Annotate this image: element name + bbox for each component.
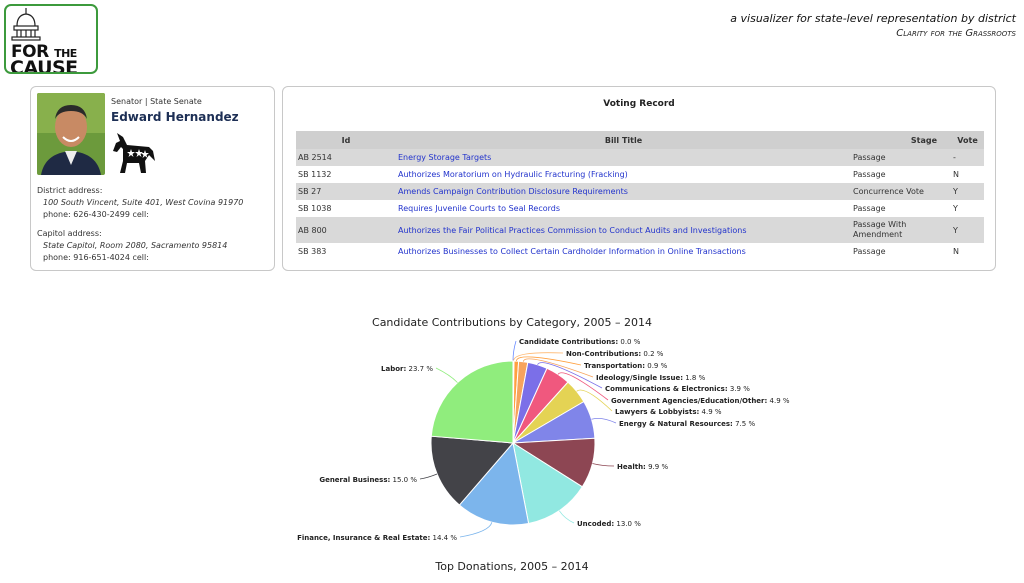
pie-connector-health [592, 463, 615, 467]
pie-connector-general-business [419, 473, 438, 480]
pie-connector-uncoded [558, 510, 575, 524]
pie-connector-finance-insurance-real-estate [459, 522, 493, 538]
top-donations-title: Top Donations, 2005 – 2014 [435, 560, 589, 573]
pie-label-general-business: General Business: 15.0 % [319, 476, 417, 484]
pie-label-finance-insurance-real-estate: Finance, Insurance & Real Estate: 14.4 % [297, 534, 457, 542]
pie-label-energy-natural-resources: Energy & Natural Resources: 7.5 % [619, 420, 755, 428]
pie-slice-labor[interactable] [430, 360, 514, 444]
pie-label-candidate-contributions: Candidate Contributions: 0.0 % [519, 338, 641, 346]
pie-label-lawyers-lobbyists: Lawyers & Lobbyists: 4.9 % [615, 408, 722, 416]
pie-label-communications-electronics: Communications & Electronics: 3.9 % [605, 385, 750, 393]
pie-connector-energy-natural-resources [591, 418, 617, 424]
pie-label-labor: Labor: 23.7 % [381, 365, 433, 373]
pie-label-health: Health: 9.9 % [617, 463, 668, 471]
pie-label-non-contributions: Non-Contributions: 0.2 % [566, 350, 664, 358]
pie-label-uncoded: Uncoded: 13.0 % [577, 520, 641, 528]
pie-label-transportation: Transportation: 0.9 % [584, 362, 668, 370]
pie-label-ideology-single-issue: Ideology/Single Issue: 1.8 % [596, 374, 706, 382]
pie-label-government-agencies-education-other: Government Agencies/Education/Other: 4.9… [611, 397, 790, 405]
contributions-pie-chart: Candidate Contributions: 0.0 % Non-Contri… [297, 338, 790, 542]
pie-connector-labor [435, 367, 458, 383]
